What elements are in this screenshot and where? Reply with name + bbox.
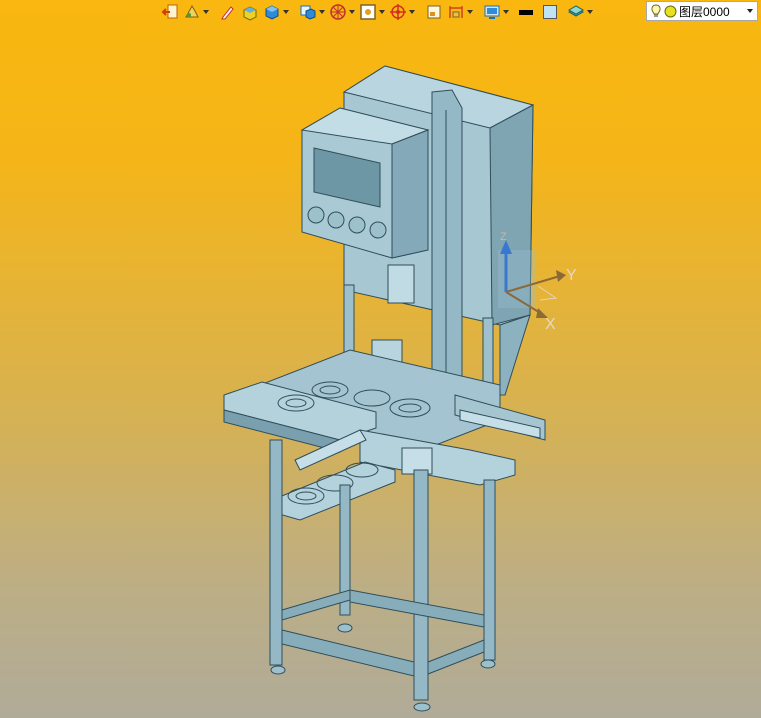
yellow-circle-icon[interactable]: [664, 5, 677, 18]
fill-color-button[interactable]: [542, 2, 558, 22]
layer-stack-button[interactable]: [566, 2, 594, 22]
chevron-down-icon: [283, 10, 289, 14]
display-icon: [484, 5, 500, 19]
chevron-down-icon[interactable]: [747, 9, 753, 13]
fill-color-swatch-icon: [543, 5, 557, 19]
solid-box-button[interactable]: [262, 2, 290, 22]
measure-button[interactable]: [446, 2, 474, 22]
wheel-icon: [330, 4, 346, 20]
x-axis-label: X: [545, 316, 556, 333]
view-orientation-button[interactable]: [298, 2, 326, 22]
exit-sketch-icon: [161, 4, 178, 19]
exit-sketch-button[interactable]: [160, 2, 180, 22]
target-icon: [390, 4, 406, 20]
layer-name: 图层0000: [679, 4, 730, 19]
y-axis-label: Y: [566, 267, 577, 284]
line-color-button[interactable]: [518, 2, 534, 22]
solid-box-icon: [265, 5, 279, 20]
chevron-down-icon: [203, 10, 209, 14]
chevron-down-icon: [503, 10, 509, 14]
image-button[interactable]: [358, 2, 386, 22]
chevron-down-icon: [587, 10, 593, 14]
extrude-button[interactable]: [240, 2, 260, 22]
image-icon: [360, 4, 376, 20]
display-button[interactable]: [482, 2, 510, 22]
layer-select[interactable]: 图层0000: [646, 1, 758, 21]
bulb-icon[interactable]: [650, 4, 662, 18]
chevron-down-icon: [319, 10, 325, 14]
chevron-down-icon: [409, 10, 415, 14]
chevron-down-icon: [349, 10, 355, 14]
machine-3d-model[interactable]: Y X Z: [0, 0, 761, 718]
z-axis-label: Z: [500, 231, 507, 243]
extrude-icon: [243, 6, 257, 21]
pencil-icon: [221, 6, 234, 20]
sketch-tools-button[interactable]: [182, 2, 210, 22]
chevron-down-icon: [467, 10, 473, 14]
line-color-swatch-icon: [519, 9, 533, 15]
chevron-down-icon: [379, 10, 385, 14]
view-orientation-icon: [300, 5, 316, 20]
cad-viewport[interactable]: Y X Z 图层0000: [0, 0, 761, 718]
layer-stack-icon: [567, 5, 585, 17]
measure-icon: [449, 6, 463, 18]
wheel-button[interactable]: [328, 2, 356, 22]
frame-icon: [427, 5, 441, 19]
target-button[interactable]: [388, 2, 416, 22]
pencil-button[interactable]: [218, 2, 238, 22]
frame-button[interactable]: [424, 2, 444, 22]
sketch-tools-icon: [185, 4, 199, 18]
